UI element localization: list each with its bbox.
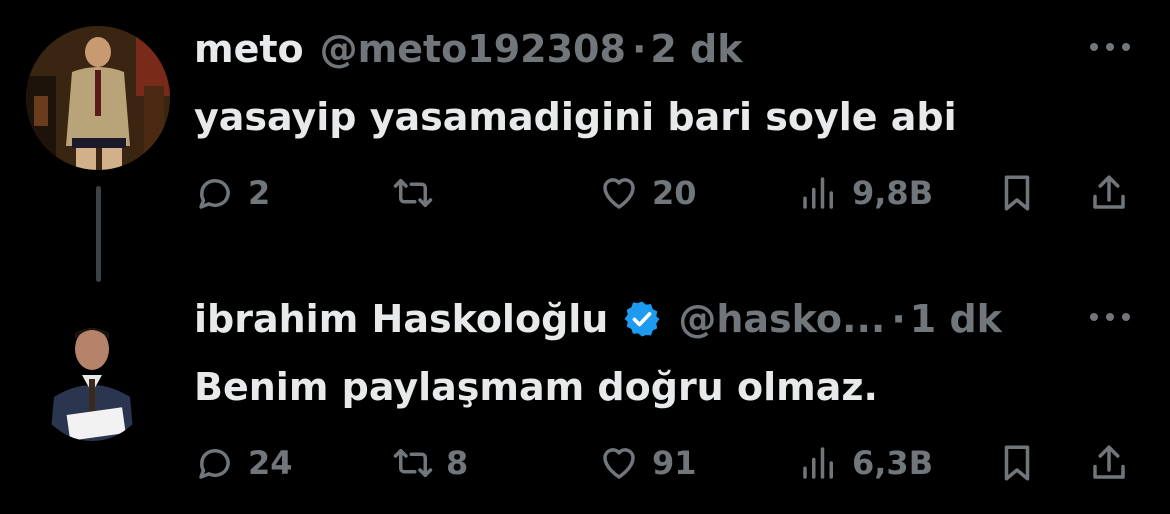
tweet-text: yasayip yasamadigini bari soyle abi xyxy=(194,95,957,139)
display-name[interactable]: meto xyxy=(194,26,304,72)
reply-tweet[interactable]: meto @meto192308 · 2 dk yasayip yasamadi… xyxy=(0,0,1170,282)
heart-icon xyxy=(603,448,635,479)
retweet-count: 8 xyxy=(446,444,469,482)
views-button[interactable]: 6,3B xyxy=(798,438,933,488)
more-options-icon[interactable] xyxy=(1090,310,1130,324)
tweet-header: ibrahim Haskoloğlu @hasko... · 1 dk xyxy=(194,296,1002,342)
timestamp[interactable]: 1 dk xyxy=(910,296,1002,342)
reply-button[interactable]: 2 xyxy=(194,168,270,218)
username-handle[interactable]: @meto192308 xyxy=(320,26,626,72)
timestamp[interactable]: 2 dk xyxy=(650,26,742,72)
views-chart-icon xyxy=(803,177,833,209)
retweet-icon xyxy=(393,179,433,207)
conversation-thread: meto @meto192308 · 2 dk yasayip yasamadi… xyxy=(0,0,1170,514)
share-icon xyxy=(1093,445,1125,479)
retweet-icon xyxy=(393,449,433,477)
retweet-button[interactable] xyxy=(392,168,446,218)
separator-dot: · xyxy=(891,297,906,341)
verified-badge-icon[interactable] xyxy=(622,299,662,339)
tweet-text: Benim paylaşmam doğru olmaz. xyxy=(194,365,878,409)
username-handle[interactable]: @hasko... xyxy=(678,296,885,342)
reply-button[interactable]: 24 xyxy=(194,438,293,488)
tweet-header: meto @meto192308 · 2 dk xyxy=(194,26,743,72)
tweet-actions: 24 8 91 6,3B xyxy=(0,438,1170,488)
more-options-icon[interactable] xyxy=(1090,40,1130,54)
share-icon xyxy=(1093,175,1125,209)
heart-icon xyxy=(603,178,635,209)
reply-icon xyxy=(199,179,230,209)
bookmark-icon xyxy=(1004,175,1030,211)
share-button[interactable] xyxy=(1088,168,1130,218)
reply-count: 24 xyxy=(248,444,293,482)
reply-tweet[interactable]: ibrahim Haskoloğlu @hasko... · 1 dk Beni… xyxy=(0,270,1170,514)
reply-count: 2 xyxy=(248,174,271,212)
reply-icon xyxy=(199,449,230,479)
avatar[interactable] xyxy=(28,293,156,441)
retweet-button[interactable]: 8 xyxy=(392,438,468,488)
avatar[interactable] xyxy=(26,26,170,170)
like-button[interactable]: 91 xyxy=(598,438,697,488)
bookmark-button[interactable] xyxy=(996,168,1038,218)
view-count: 9,8B xyxy=(852,174,934,212)
bookmark-button[interactable] xyxy=(996,438,1038,488)
display-name[interactable]: ibrahim Haskoloğlu xyxy=(194,296,608,342)
separator-dot: · xyxy=(631,27,647,71)
like-button[interactable]: 20 xyxy=(598,168,697,218)
like-count: 20 xyxy=(652,174,697,212)
views-chart-icon xyxy=(803,447,833,479)
bookmark-icon xyxy=(1004,445,1030,481)
views-button[interactable]: 9,8B xyxy=(798,168,933,218)
tweet-actions: 2 20 9,8B xyxy=(0,168,1170,218)
share-button[interactable] xyxy=(1088,438,1130,488)
like-count: 91 xyxy=(652,444,697,482)
view-count: 6,3B xyxy=(852,444,934,482)
